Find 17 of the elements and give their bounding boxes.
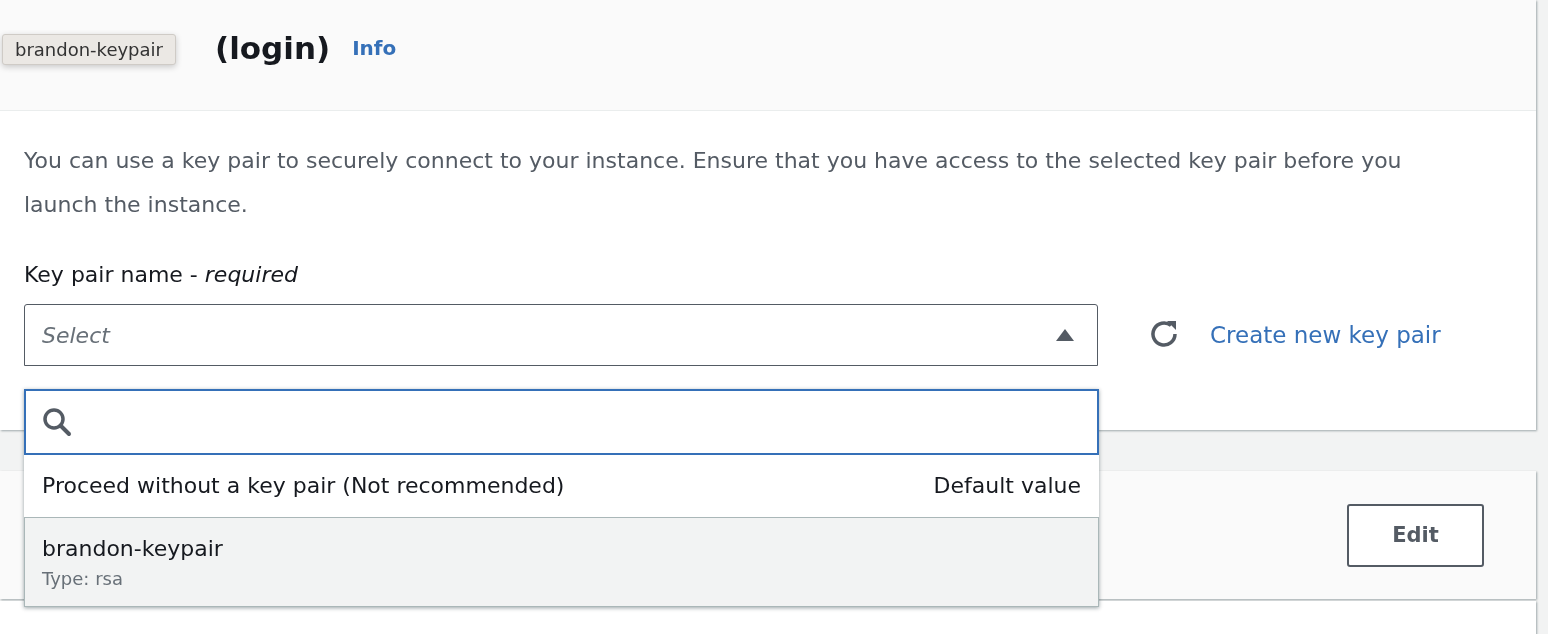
option-tag: Default value (933, 471, 1081, 501)
section-title: (login) (215, 30, 331, 66)
info-link[interactable]: Info (352, 36, 397, 60)
option-label: Proceed without a key pair (Not recommended) (42, 472, 565, 500)
search-icon (42, 407, 72, 437)
option-label: brandon-keypair (42, 535, 223, 563)
option-description: Type: rsa (42, 567, 124, 591)
description-text: You can use a key pair to securely connect to your instance. Ensure that you have access to the selected key pair before you launch the instance. (24, 147, 1403, 219)
edit-button[interactable]: Edit (1347, 503, 1484, 567)
dropdown-option[interactable]: brandon-keypair Type: rsa (24, 517, 1099, 607)
create-key-pair-link[interactable]: Create new key pair (1210, 322, 1441, 348)
dropdown-option[interactable]: Proceed without a key pair (Not recommended) Default value (24, 455, 1099, 517)
tooltip: brandon-keypair (2, 34, 176, 65)
search-field[interactable] (24, 389, 1099, 455)
key-pair-select[interactable]: Select (24, 304, 1098, 366)
caret-icon (1055, 328, 1075, 342)
field-label: Key pair name - required (24, 261, 299, 289)
